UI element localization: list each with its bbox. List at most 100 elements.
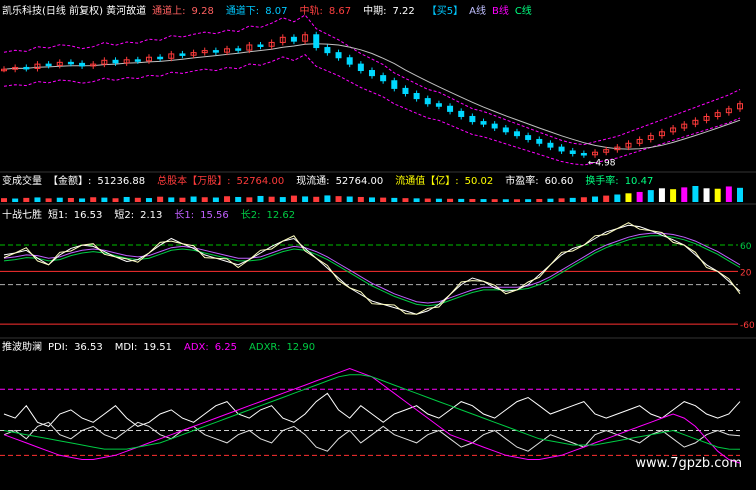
panel1-header: 凯乐科技(日线 前复权) 黄河故道 通道上: 9.28 通道下: 8.07 中轨: 8.67… xyxy=(2,6,538,18)
pdi-value: 36.53 xyxy=(74,342,103,353)
candle-body xyxy=(424,98,431,105)
candle-body xyxy=(235,48,242,51)
volume-bar xyxy=(168,197,175,202)
volume-bar xyxy=(647,190,654,202)
adxr-label: ADXR: xyxy=(249,342,281,353)
watermark: www.7gpzb.com xyxy=(635,456,742,471)
volume-bar xyxy=(201,197,208,202)
candle-body xyxy=(369,70,375,77)
lower-value: 8.07 xyxy=(265,6,288,17)
float-mkt-label: 流通值【亿】: xyxy=(395,176,459,187)
volume-bar xyxy=(469,198,476,202)
mdi-value: 19.51 xyxy=(143,342,172,353)
chart-canvas: ←4.98 60 20 -60 xyxy=(0,14,756,464)
volume-bar xyxy=(112,198,119,202)
lower-label: 通道下: xyxy=(225,6,260,17)
panel4-title: 推波助澜 xyxy=(2,342,42,353)
candle-body xyxy=(335,52,342,59)
candle-body xyxy=(157,56,164,60)
mid2-label: 中期: xyxy=(363,6,387,17)
volume-bar xyxy=(235,196,242,202)
volume-bar xyxy=(725,186,732,202)
volume-bar xyxy=(79,198,86,202)
candle-body xyxy=(458,110,465,117)
volume-bar xyxy=(1,198,7,202)
volume-bar xyxy=(224,196,231,202)
candle-body xyxy=(290,36,297,42)
candle-body xyxy=(558,146,565,152)
volume-bar xyxy=(625,193,632,202)
volume-bar xyxy=(402,198,409,202)
volume-bar xyxy=(56,197,63,202)
volume-bar xyxy=(391,197,398,202)
b-label: B线 xyxy=(491,6,509,17)
l1-value: 15.56 xyxy=(200,210,229,221)
total-value: 52764.00 xyxy=(236,176,285,187)
panel2-title: 变成交量 xyxy=(2,176,42,187)
a-label: A线 xyxy=(469,6,486,17)
volume-bar xyxy=(90,197,97,202)
s1-value: 16.53 xyxy=(73,210,103,221)
volume-bar xyxy=(692,186,699,202)
panel2-header: 变成交量 【金额】: 51236.88 总股本【万股】: 52764.00 现流通: 527… xyxy=(2,176,665,188)
float-mkt-value: 50.02 xyxy=(464,176,494,187)
mid-value: 8.67 xyxy=(328,6,352,17)
candle-body xyxy=(547,142,554,148)
volume-bar xyxy=(279,197,286,202)
volume-bar xyxy=(23,197,30,202)
pe-label: 市盈率: xyxy=(505,176,539,187)
volume-bar xyxy=(424,198,431,202)
mdi-line xyxy=(3,421,741,452)
candle-body xyxy=(257,44,264,47)
volume-bar xyxy=(67,197,74,202)
low-price-label: ←4.98 xyxy=(588,158,616,168)
chart-stage: ←4.98 60 20 -60 凯乐科技(日线 前复权) 黄河故道 通道上: 9.28 通道… xyxy=(0,0,756,487)
total-label: 总股本【万股】: xyxy=(157,176,231,187)
float-value: 52764.00 xyxy=(335,176,384,187)
volume-bar xyxy=(212,197,219,202)
volume-bar xyxy=(547,198,554,202)
volume-bar xyxy=(447,198,454,202)
candle-body xyxy=(23,66,30,70)
volume-bar xyxy=(435,198,442,202)
mdi-label: MDI: xyxy=(114,342,138,353)
volume-bar xyxy=(681,187,688,202)
volume-bar xyxy=(268,196,275,202)
candle-body xyxy=(513,131,520,137)
volume-bar xyxy=(179,197,186,202)
panel4-header: 推波助澜 PDI: 36.53 MDI: 19.51 ADX: 6.25 ADXR: 12.90 xyxy=(2,342,327,354)
volume-bar xyxy=(346,196,353,202)
level-label-level_20: 20 xyxy=(740,268,752,278)
candle-body xyxy=(67,61,74,65)
s2-value: 2.13 xyxy=(140,210,163,221)
candle-body xyxy=(447,105,454,112)
long2-line xyxy=(3,235,741,307)
s2-label: 短2: xyxy=(114,210,135,221)
candle-body xyxy=(179,53,186,56)
candle-body xyxy=(536,138,543,144)
volume-bar xyxy=(246,197,253,202)
mid2-value: 7.22 xyxy=(392,6,415,17)
candle-body xyxy=(45,63,52,67)
volume-bar xyxy=(592,196,599,202)
candle-body xyxy=(346,57,353,65)
volume-bar xyxy=(313,196,320,202)
volume-bar xyxy=(502,199,509,202)
volume-bar xyxy=(703,188,710,202)
volume-bar xyxy=(290,195,297,202)
volume-bar xyxy=(369,197,375,202)
volume-bar xyxy=(558,198,565,202)
upper-value: 9.28 xyxy=(191,6,214,17)
volume-bar xyxy=(658,188,665,202)
volume-bar xyxy=(145,198,152,202)
volume-bar xyxy=(513,199,520,202)
volume-bar xyxy=(335,196,342,202)
l2-label: 长2: xyxy=(240,210,261,221)
adx-value: 6.25 xyxy=(214,342,238,353)
candle-body xyxy=(402,87,409,95)
s1-label: 短1: xyxy=(48,210,68,221)
volume-bar xyxy=(34,197,41,202)
candle-body xyxy=(357,63,364,72)
volume-bar xyxy=(413,198,420,202)
candle-body xyxy=(380,75,387,82)
